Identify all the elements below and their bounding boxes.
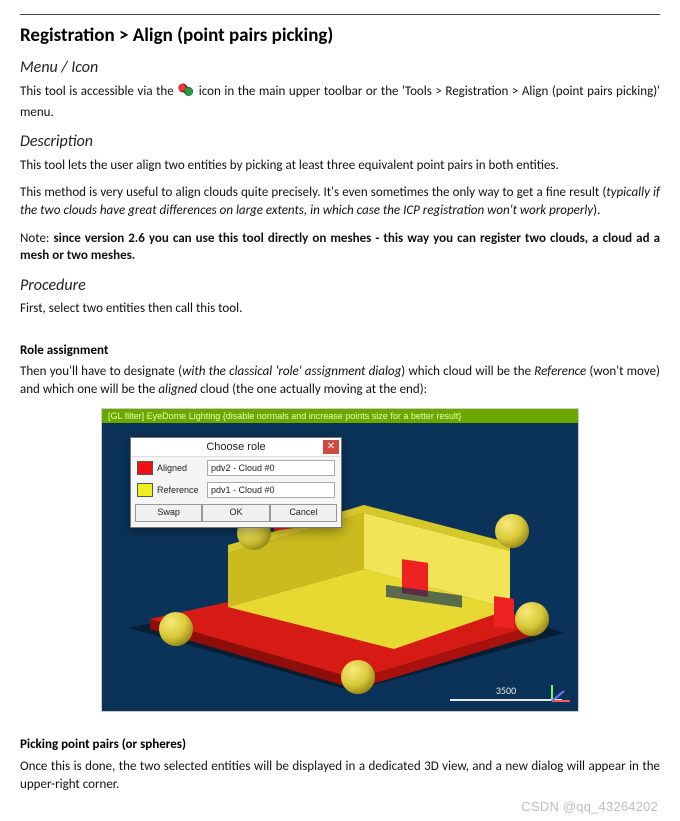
picking-p1: Once this is done, the two selected enti… bbox=[20, 758, 660, 793]
desc-note-bold: since version 2.6 you can use this tool … bbox=[20, 231, 660, 264]
dialog-title-bar: Choose role ✕ bbox=[131, 438, 341, 457]
desc-p2b: ). bbox=[593, 203, 600, 218]
ra-d: cloud (the one actually moving at the en… bbox=[197, 382, 427, 397]
aligned-label: Aligned bbox=[157, 462, 203, 474]
ra-al: aligned bbox=[158, 382, 197, 397]
axis-triad-icon bbox=[546, 679, 574, 707]
choose-role-dialog: Choose role ✕ Aligned pdv2 - Cloud #0 Re… bbox=[130, 437, 342, 528]
swap-button[interactable]: Swap bbox=[135, 504, 202, 522]
ra-b: ) which cloud will be the bbox=[401, 364, 534, 379]
procedure-p1: First, select two entities then call thi… bbox=[20, 300, 660, 318]
role-assignment-p1: Then you'll have to designate (with the … bbox=[20, 363, 660, 398]
page-title: Registration > Align (point pairs pickin… bbox=[20, 23, 660, 49]
close-icon[interactable]: ✕ bbox=[323, 440, 339, 454]
ok-button[interactable]: OK bbox=[202, 504, 269, 522]
reference-label: Reference bbox=[157, 484, 203, 496]
gl-filter-banner: [GL filter] EyeDome Lighting {disable no… bbox=[102, 409, 578, 423]
ra-ref: Reference bbox=[534, 364, 586, 379]
csdn-watermark: CSDN @qq_43264202 bbox=[521, 798, 658, 816]
role-assignment-heading: Role assignment bbox=[20, 342, 660, 360]
section-menu-icon-heading: Menu / Icon bbox=[20, 57, 660, 79]
figure-3d-view: [GL filter] EyeDome Lighting {disable no… bbox=[101, 408, 579, 712]
figure-wrap: [GL filter] EyeDome Lighting {disable no… bbox=[20, 408, 660, 712]
section-procedure-heading: Procedure bbox=[20, 275, 660, 297]
menu-icon-paragraph: This tool is accessible via the icon in … bbox=[20, 82, 660, 121]
ra-a: Then you'll have to designate ( bbox=[20, 364, 182, 379]
description-p2: This method is very useful to align clou… bbox=[20, 184, 660, 219]
section-description-heading: Description bbox=[20, 131, 660, 153]
top-rule bbox=[20, 14, 660, 15]
align-icon bbox=[178, 82, 194, 104]
aligned-row: Aligned pdv2 - Cloud #0 bbox=[131, 457, 341, 479]
picking-heading: Picking point pairs (or spheres) bbox=[20, 736, 660, 754]
desc-p2a: This method is very useful to align clou… bbox=[20, 185, 606, 200]
dialog-buttons: Swap OK Cancel bbox=[131, 501, 341, 527]
description-p1: This tool lets the user align two entiti… bbox=[20, 157, 660, 175]
ra-i: with the classical 'role' assignment dia… bbox=[182, 364, 401, 379]
aligned-color-swatch bbox=[137, 461, 153, 475]
document-page: Registration > Align (point pairs pickin… bbox=[0, 0, 680, 821]
dialog-title-text: Choose role bbox=[206, 441, 265, 453]
reference-color-swatch bbox=[137, 483, 153, 497]
description-p3: Note: since version 2.6 you can use this… bbox=[20, 230, 660, 265]
desc-note-label: Note: bbox=[20, 231, 53, 246]
reference-row: Reference pdv1 - Cloud #0 bbox=[131, 479, 341, 501]
menu-icon-text-a: This tool is accessible via the bbox=[20, 84, 177, 99]
reference-value-field[interactable]: pdv1 - Cloud #0 bbox=[207, 482, 335, 498]
aligned-value-field[interactable]: pdv2 - Cloud #0 bbox=[207, 460, 335, 476]
cancel-button[interactable]: Cancel bbox=[270, 504, 337, 522]
